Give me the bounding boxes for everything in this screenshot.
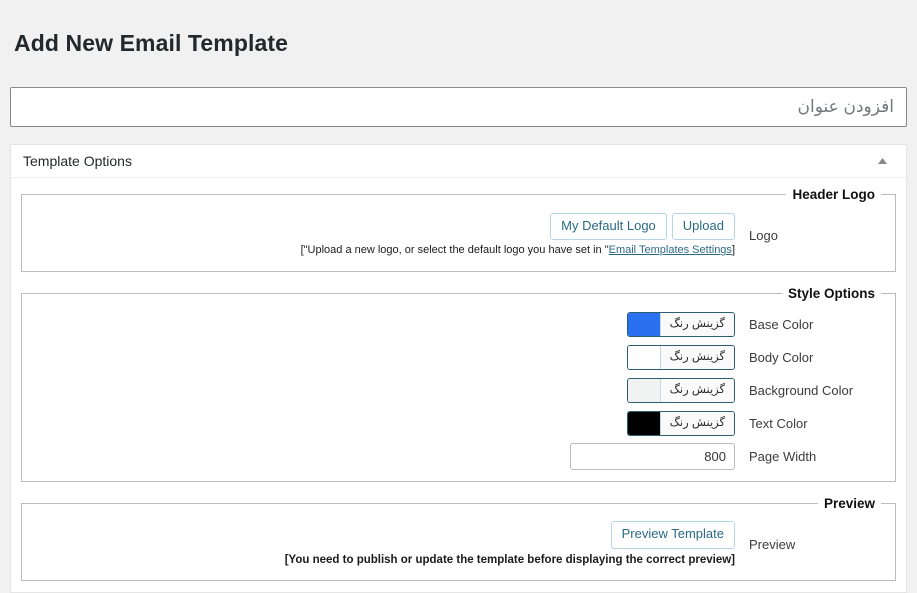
header-logo-legend: Header Logo: [792, 186, 875, 202]
page-width-label: Page Width: [749, 448, 817, 464]
body-color-field: گزینش رنگ: [32, 344, 735, 370]
text-color-swatch[interactable]: [627, 411, 660, 435]
page-width-input[interactable]: [570, 442, 735, 470]
preview-label: Preview: [749, 537, 796, 553]
body-color-label: Body Color: [749, 349, 814, 365]
background-color-label: Background Color: [749, 382, 854, 398]
logo-hint-prefix: ["Upload a new logo, or select the defau…: [300, 244, 609, 257]
base-color-swatch[interactable]: [627, 312, 660, 336]
preview-note: [You need to publish or update the templ…: [284, 554, 735, 567]
body-color-picker[interactable]: گزینش رنگ: [626, 344, 735, 370]
background-color-swatch[interactable]: [627, 378, 660, 402]
triangle-up-icon[interactable]: [871, 153, 894, 169]
background-color-field: گزینش رنگ: [32, 377, 735, 403]
preview-group: Preview Preview Preview Template [You ne…: [21, 495, 896, 581]
logo-row: Logo My Default Logo Upload ["Upload a n…: [32, 209, 885, 263]
logo-hint: ["Upload a new logo, or select the defau…: [301, 243, 735, 258]
page-title: Add New Email Template: [14, 30, 288, 57]
base-color-label: Base Color: [749, 316, 814, 332]
base-color-select-button[interactable]: گزینش رنگ: [659, 312, 734, 336]
body-color-swatch[interactable]: [627, 345, 660, 369]
page-width-row: Page Width: [32, 440, 885, 473]
body-color-select-button[interactable]: گزینش رنگ: [659, 345, 734, 369]
style-options-legend: Style Options: [787, 285, 875, 301]
preview-legend: Preview: [823, 495, 875, 511]
text-color-picker[interactable]: گزینش رنگ: [626, 410, 735, 436]
base-color-field: گزینش رنگ: [32, 311, 735, 337]
metabox-body: Header Logo Logo My Default Logo Upload …: [11, 178, 906, 592]
my-default-logo-button[interactable]: My Default Logo: [550, 212, 667, 241]
background-color-picker[interactable]: گزینش رنگ: [626, 377, 735, 403]
body-color-row: Body Color گزینش رنگ: [32, 341, 885, 374]
preview-template-button[interactable]: Preview Template: [610, 521, 735, 550]
base-color-picker[interactable]: گزینش رنگ: [626, 311, 735, 337]
text-color-row: Text Color گزینش رنگ: [32, 407, 885, 440]
page-width-field: [32, 442, 735, 470]
background-color-select-button[interactable]: گزینش رنگ: [659, 378, 734, 402]
logo-hint-suffix: ]: [731, 244, 735, 257]
logo-label: Logo: [749, 228, 778, 244]
template-title-input[interactable]: [10, 86, 907, 127]
text-color-select-button[interactable]: گزینش رنگ: [659, 411, 734, 435]
upload-logo-button[interactable]: Upload: [671, 212, 735, 241]
style-options-group: Style Options Base Color گزینش رنگ Body …: [21, 285, 896, 482]
text-color-label: Text Color: [749, 415, 808, 431]
preview-row: Preview Preview Template [You need to pu…: [32, 518, 885, 572]
email-templates-settings-link[interactable]: Email Templates Settings: [609, 244, 732, 256]
logo-field: My Default Logo Upload ["Upload a new lo…: [32, 212, 735, 259]
preview-field: Preview Template [You need to publish or…: [32, 521, 735, 568]
template-options-metabox: Template Options Header Logo Logo My Def…: [10, 143, 907, 593]
header-logo-group: Header Logo Logo My Default Logo Upload …: [21, 186, 896, 272]
title-field-wrap: [0, 86, 917, 127]
metabox-title: Template Options: [23, 152, 132, 169]
background-color-row: Background Color گزینش رنگ: [32, 374, 885, 407]
metabox-header: Template Options: [11, 145, 906, 178]
text-color-field: گزینش رنگ: [32, 410, 735, 436]
base-color-row: Base Color گزینش رنگ: [32, 308, 885, 341]
